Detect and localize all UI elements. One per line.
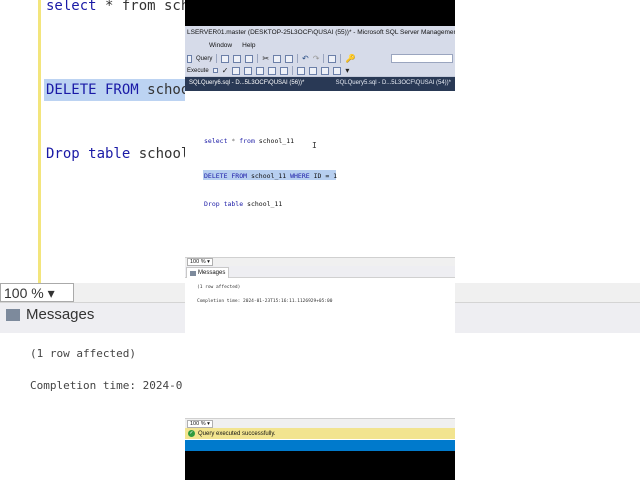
- execute-button[interactable]: Execute: [187, 68, 209, 74]
- letterbox-bottom: [185, 451, 455, 480]
- intellisense-icon[interactable]: [256, 66, 265, 75]
- message-line: Completion time: 2024-01-23T15:16:11.112…: [197, 299, 333, 304]
- query-designer-icon[interactable]: [244, 66, 253, 75]
- bg-output-line: (1 row affected): [30, 347, 136, 360]
- save-icon[interactable]: [245, 54, 254, 63]
- code-line: select * from school_11: [204, 137, 295, 145]
- toolbar-separator: [257, 54, 259, 63]
- comment-icon[interactable]: [297, 66, 306, 75]
- zoom-select[interactable]: 100 % ▾: [187, 419, 213, 428]
- new-query-button[interactable]: Query: [196, 56, 212, 62]
- status-text: Query executed successfully.: [198, 430, 276, 437]
- bg-output-line: Completion time: 2024-0: [30, 379, 183, 392]
- editor-zoom-bar: 100 % ▾: [185, 257, 455, 266]
- toolbar-separator: [216, 54, 218, 63]
- bg-messages-tab: Messages: [6, 306, 94, 323]
- query-status-bar: ✓ Query executed successfully.: [185, 428, 455, 439]
- letterbox-top: [185, 0, 455, 26]
- sql-editor-toolbar: Execute ✓ ▾: [185, 65, 455, 77]
- window-title: LSERVER01.master (DESKTOP-25L3OCF\QUSAI …: [185, 26, 455, 40]
- app-status-bar: [185, 440, 455, 451]
- cut-icon[interactable]: ✂: [262, 54, 269, 63]
- solution-explorer-icon[interactable]: [328, 54, 337, 63]
- standard-toolbar: Query ✂ ↶ ↷ 🔑: [185, 52, 455, 65]
- success-check-icon: ✓: [188, 430, 195, 437]
- toolbar-separator: [323, 54, 325, 63]
- code-line: Drop table school_11: [204, 200, 283, 208]
- results-grid-icon[interactable]: [280, 66, 289, 75]
- uncomment-icon[interactable]: [309, 66, 318, 75]
- messages-pane: (1 row affected) Completion time: 2024-0…: [185, 278, 455, 416]
- menu-bar: Window Help: [185, 40, 455, 52]
- results-tab-bar: Messages: [185, 266, 455, 278]
- bg-zoom-select: 100 % ▾: [0, 283, 74, 302]
- message-line: (1 row affected): [197, 285, 241, 290]
- stop-icon[interactable]: [212, 68, 218, 73]
- new-query-icon[interactable]: [187, 54, 192, 63]
- copy-icon[interactable]: [273, 54, 282, 63]
- outdent-icon[interactable]: [321, 66, 330, 75]
- tab-sqlquery6[interactable]: SQLQuery6.sql - D...5L3OCF\QUSAI (56))*: [189, 80, 304, 88]
- messages-tab[interactable]: Messages: [186, 267, 230, 278]
- toolbar-separator: [297, 54, 299, 63]
- parse-check-icon[interactable]: ✓: [222, 66, 229, 75]
- query-editor[interactable]: select * from school_11 I DELETE FROM sc…: [185, 91, 455, 257]
- toolbar-separator: [340, 54, 342, 63]
- zoom-select[interactable]: 100 % ▾: [187, 258, 213, 266]
- toolbar-separator: [292, 66, 294, 75]
- messages-icon: [6, 308, 20, 321]
- new-file-icon[interactable]: [221, 54, 230, 63]
- results-text-icon[interactable]: [268, 66, 277, 75]
- ssms-window: LSERVER01.master (DESKTOP-25L3OCF\QUSAI …: [185, 0, 455, 480]
- text-cursor-icon: I: [312, 141, 317, 150]
- document-tabs: SQLQuery6.sql - D...5L3OCF\QUSAI (56))* …: [185, 77, 455, 91]
- find-icon[interactable]: 🔑: [345, 54, 355, 63]
- menu-help[interactable]: Help: [242, 42, 255, 50]
- tab-sqlquery5[interactable]: SQLQuery5.sql - D...5L3OCF\QUSAI (54))*: [336, 80, 451, 88]
- open-icon[interactable]: [233, 54, 242, 63]
- results-zoom-bar: 100 % ▾: [185, 418, 455, 428]
- undo-icon[interactable]: ↶: [302, 54, 309, 63]
- paste-icon[interactable]: [285, 54, 294, 63]
- indent-icon[interactable]: [333, 66, 342, 75]
- messages-icon: [190, 270, 196, 276]
- menu-window[interactable]: Window: [209, 42, 232, 50]
- chevron-down-icon: ▾: [47, 285, 55, 301]
- overflow-icon[interactable]: ▾: [345, 66, 349, 75]
- find-input[interactable]: [391, 54, 453, 63]
- bg-change-gutter: [38, 0, 41, 283]
- code-line: DELETE FROM school_11 WHERE ID = 1: [204, 172, 338, 180]
- estimated-plan-icon[interactable]: [232, 66, 241, 75]
- redo-icon[interactable]: ↷: [313, 54, 320, 63]
